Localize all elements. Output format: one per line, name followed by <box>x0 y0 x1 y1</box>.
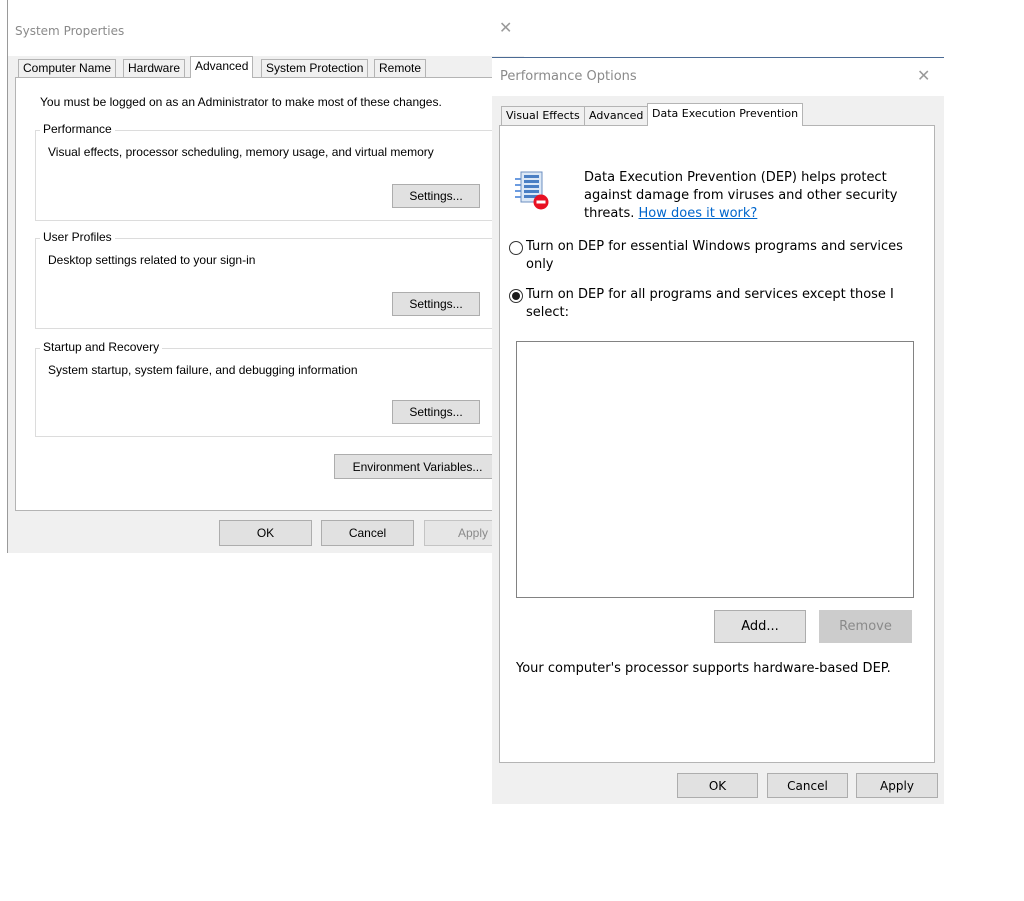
how-does-it-work-link[interactable]: How does it work? <box>639 206 758 221</box>
performance-options-titlebar[interactable]: Performance Options ✕ <box>492 58 944 96</box>
window-title: Performance Options <box>500 69 637 84</box>
tab-visual-effects[interactable]: Visual Effects <box>501 106 585 125</box>
performance-description: Visual effects, processor scheduling, me… <box>48 145 434 159</box>
sp-cancel-button[interactable]: Cancel <box>321 520 414 546</box>
hardware-dep-note: Your computer's processor supports hardw… <box>516 661 891 676</box>
add-button[interactable]: Add... <box>714 610 806 643</box>
dep-all-programs-radio[interactable] <box>509 289 523 303</box>
tab-computer-name[interactable]: Computer Name <box>18 59 117 77</box>
tab-remote[interactable]: Remote <box>374 59 427 77</box>
tab-hardware[interactable]: Hardware <box>123 59 186 77</box>
startup-recovery-group-title: Startup and Recovery <box>40 340 163 354</box>
dep-essential-only-label[interactable]: Turn on DEP for essential Windows progra… <box>526 238 926 274</box>
window-title: System Properties <box>15 24 125 38</box>
environment-variables-button[interactable]: Environment Variables... <box>334 454 501 479</box>
admin-note: You must be logged on as an Administrato… <box>40 95 442 109</box>
po-apply-button[interactable]: Apply <box>856 773 938 798</box>
dep-description: Data Execution Prevention (DEP) helps pr… <box>584 169 904 223</box>
advanced-tab-panel: You must be logged on as an Administrato… <box>15 77 501 511</box>
sp-ok-button[interactable]: OK <box>219 520 312 546</box>
dep-essential-only-radio[interactable] <box>509 241 523 255</box>
tab-system-protection[interactable]: System Protection <box>261 59 369 77</box>
po-cancel-button[interactable]: Cancel <box>767 773 848 798</box>
close-icon[interactable]: ✕ <box>499 18 512 37</box>
startup-recovery-description: System startup, system failure, and debu… <box>48 363 358 377</box>
user-profiles-settings-button[interactable]: Settings... <box>392 292 480 316</box>
performance-options-window: Performance Options ✕ Visual Effects Adv… <box>492 57 944 804</box>
performance-settings-button[interactable]: Settings... <box>392 184 480 208</box>
dep-shield-icon <box>513 169 551 216</box>
system-properties-window: System Properties ✕ Computer Name Hardwa… <box>7 0 525 553</box>
tab-data-execution-prevention[interactable]: Data Execution Prevention <box>647 103 804 126</box>
close-icon[interactable]: ✕ <box>917 66 930 85</box>
startup-recovery-settings-button[interactable]: Settings... <box>392 400 480 424</box>
dep-tab-panel: Data Execution Prevention (DEP) helps pr… <box>499 125 935 763</box>
dep-exceptions-list[interactable] <box>516 341 914 598</box>
performance-group-title: Performance <box>40 122 115 136</box>
remove-button[interactable]: Remove <box>819 610 912 643</box>
user-profiles-group-title: User Profiles <box>40 230 115 244</box>
tab-advanced[interactable]: Advanced <box>584 106 649 125</box>
radio-selected-dot <box>512 292 520 300</box>
po-ok-button[interactable]: OK <box>677 773 758 798</box>
user-profiles-description: Desktop settings related to your sign-in <box>48 253 256 267</box>
system-properties-titlebar[interactable]: System Properties ✕ <box>8 0 525 56</box>
tab-advanced[interactable]: Advanced <box>190 56 254 78</box>
dep-all-programs-label[interactable]: Turn on DEP for all programs and service… <box>526 286 906 322</box>
